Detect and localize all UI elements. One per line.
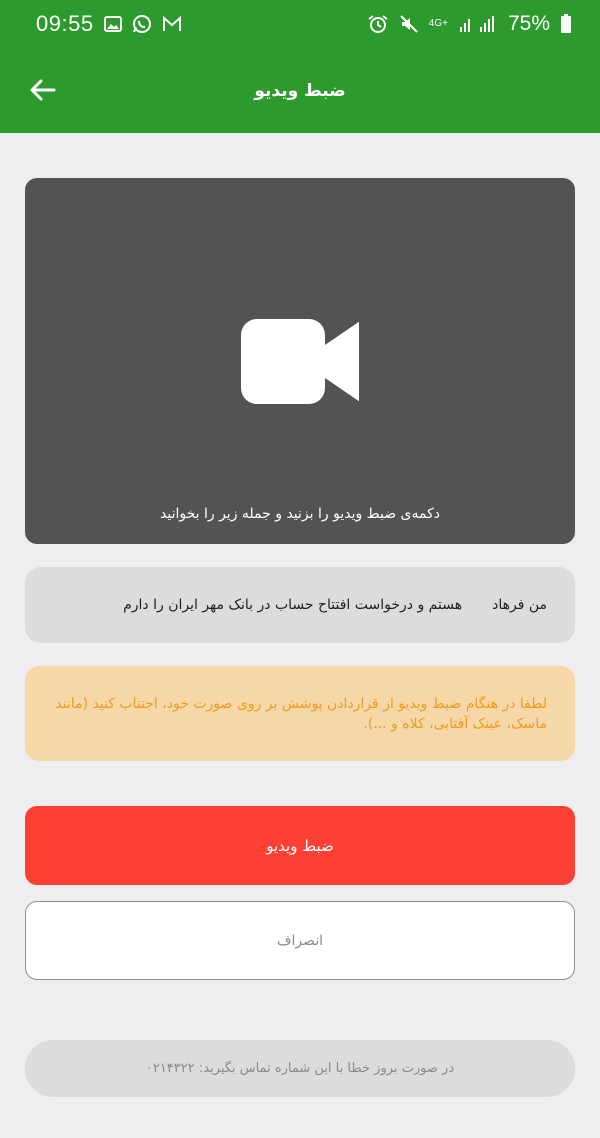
warning-card: لطفا در هنگام ضبط ویدیو از قراردادن پوشش… — [25, 666, 575, 761]
record-video-button[interactable]: ضبط ویدیو — [25, 806, 575, 885]
record-video-label: ضبط ویدیو — [266, 836, 334, 855]
battery-icon — [560, 14, 572, 34]
sentence-card: من فرهاد هستم و درخواست افتتاح حساب در ب… — [25, 567, 575, 643]
app-bar: ضبط ویدیو — [0, 48, 600, 133]
video-camera-icon — [241, 319, 359, 404]
warning-text: لطفا در هنگام ضبط ویدیو از قراردادن پوشش… — [55, 696, 547, 732]
page-title: ضبط ویدیو — [254, 80, 346, 101]
sentence-text: هستم و درخواست افتتاح حساب در بانک مهر ا… — [123, 597, 463, 613]
status-right: 4G+ 75% — [367, 12, 572, 36]
whatsapp-icon — [132, 14, 152, 34]
video-preview-panel: دکمه‌ی ضبط ویدیو را بزنید و جمله زیر را … — [25, 178, 575, 544]
status-bar: 09:55 4G+ 75% — [0, 0, 600, 48]
back-button[interactable] — [22, 70, 62, 110]
support-text: در صورت بروز خطا با این شماره تماس بگیری… — [145, 1061, 455, 1076]
signal-icon — [458, 15, 498, 33]
arrow-left-icon — [30, 79, 56, 101]
support-contact: در صورت بروز خطا با این شماره تماس بگیری… — [25, 1040, 575, 1097]
cancel-label: انصراف — [276, 932, 324, 949]
alarm-icon — [367, 14, 389, 34]
status-time: 09:55 — [36, 11, 94, 36]
mute-icon — [399, 14, 419, 34]
cancel-button[interactable]: انصراف — [25, 901, 575, 980]
battery-percent: 75% — [507, 12, 550, 35]
gmail-icon — [162, 16, 182, 32]
gallery-icon — [103, 16, 122, 32]
sentence-prefix: من فرهاد — [492, 597, 547, 613]
status-left: 09:55 — [36, 11, 182, 37]
video-instruction: دکمه‌ی ضبط ویدیو را بزنید و جمله زیر را … — [160, 506, 440, 522]
network-type-label: 4G+ — [428, 18, 448, 29]
